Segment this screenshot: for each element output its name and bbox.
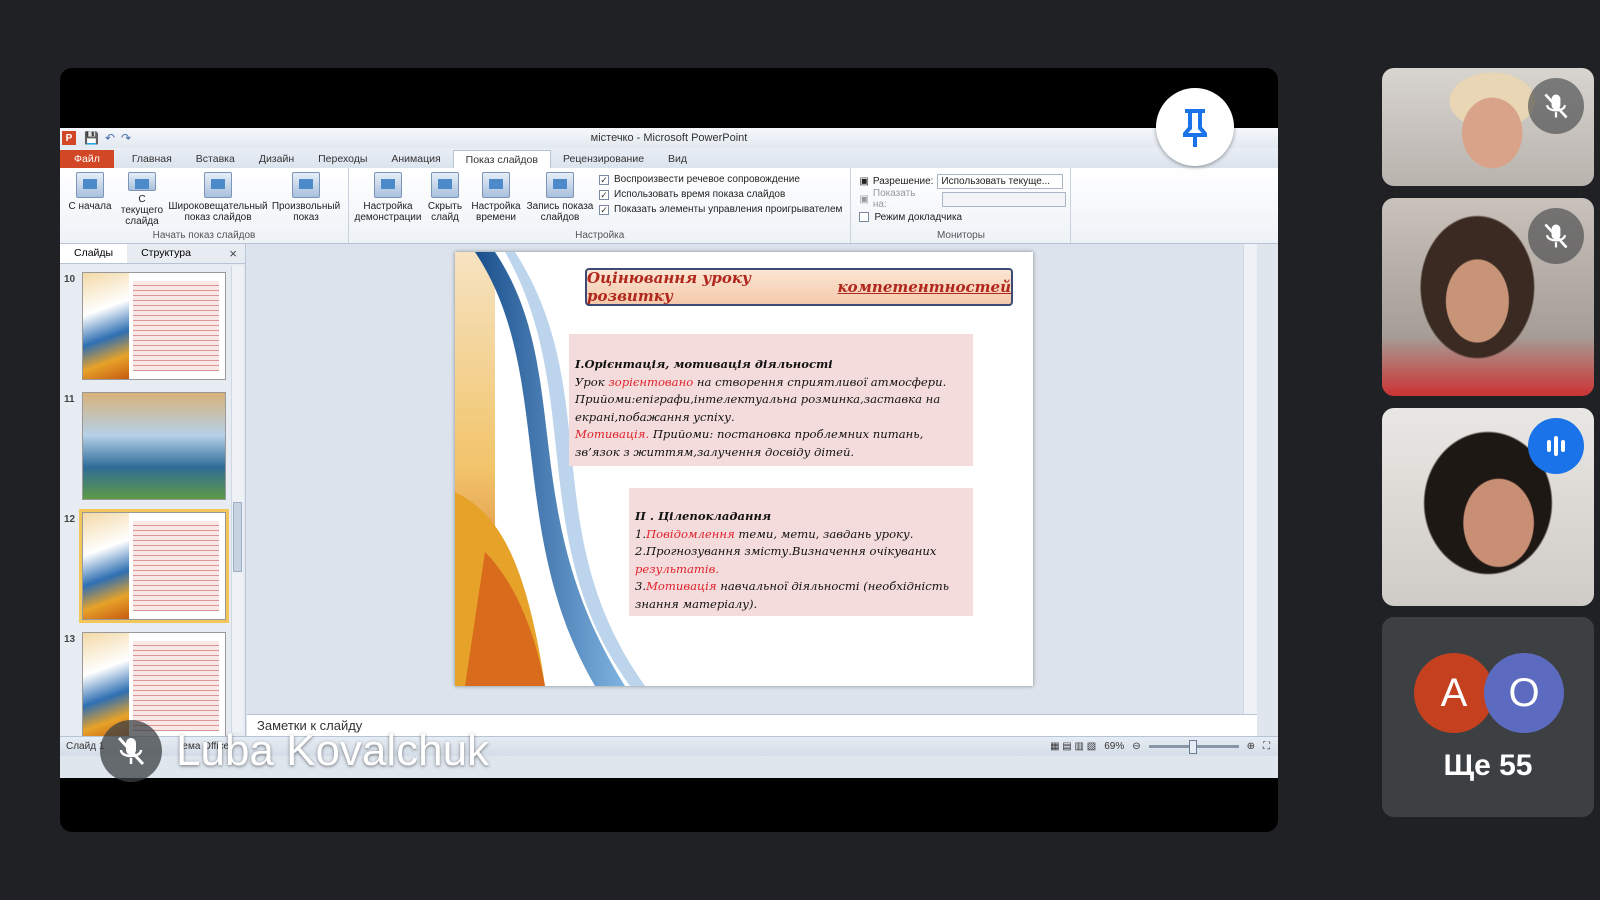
- tab-animation[interactable]: Анимация: [379, 150, 452, 168]
- setup-show-button[interactable]: Настройка демонстрации: [353, 172, 423, 227]
- record-icon: [546, 172, 574, 198]
- broadcast-icon: [204, 172, 232, 198]
- from-beginning-button[interactable]: С начала: [64, 172, 116, 227]
- close-icon[interactable]: ×: [221, 244, 245, 263]
- powerpoint-icon: P: [62, 131, 76, 145]
- ribbon-tabs: Файл Главная Вставка Дизайн Переходы Ани…: [60, 148, 1278, 168]
- tab-insert[interactable]: Вставка: [184, 150, 247, 168]
- ribbon: С начала С текущего слайда Широковещател…: [60, 168, 1278, 244]
- tab-transitions[interactable]: Переходы: [306, 150, 379, 168]
- presenter-overlay: Luba Kovalchuk: [100, 720, 489, 782]
- slide-text-box-2: ІІ . Цілепокладання 1.Повідомлення теми,…: [629, 488, 973, 616]
- title-bar: P 💾↶↷ містечко - Microsoft PowerPoint: [60, 128, 1278, 148]
- thumbnail-image: [79, 509, 229, 623]
- custom-show-icon: [292, 172, 320, 198]
- hide-slide-icon: [431, 172, 459, 198]
- tab-home[interactable]: Главная: [120, 150, 184, 168]
- mic-off-icon: [100, 720, 162, 782]
- mic-off-icon: [1528, 208, 1584, 264]
- zoom-slider[interactable]: [1148, 740, 1239, 754]
- group-setup: Настройка демонстрации Скрыть слайд Наст…: [349, 168, 852, 243]
- slide-thumbnail[interactable]: 10: [64, 272, 228, 384]
- checkbox-checked: ✓: [599, 189, 609, 200]
- current-slide[interactable]: Оцінювання уроку розвитку компетентностей…: [455, 252, 1033, 686]
- shared-screen: P 💾↶↷ містечко - Microsoft PowerPoint Фа…: [60, 68, 1278, 832]
- thumbnail-image: [82, 272, 226, 380]
- hide-slide-button[interactable]: Скрыть слайд: [423, 172, 467, 227]
- fit-window-icon[interactable]: ⛶: [1263, 741, 1270, 752]
- slides-panel-tabs: Слайды Структура ×: [60, 244, 245, 264]
- show-on-select: [941, 191, 1067, 207]
- tab-outline[interactable]: Структура: [127, 244, 205, 263]
- group-label: Настройка: [575, 230, 625, 241]
- tab-file[interactable]: Файл: [60, 150, 114, 168]
- slide-canvas: Оцінювання уроку розвитку компетентностей…: [247, 244, 1247, 714]
- scroll-handle[interactable]: [233, 502, 242, 572]
- more-participants-label: Ще 55: [1443, 749, 1533, 782]
- checkbox-unchecked: [859, 212, 870, 222]
- broadcast-button[interactable]: Широковещательный показ слайдов: [168, 172, 268, 227]
- presenter-view-checkbox[interactable]: Режим докладчика: [859, 208, 1066, 226]
- zoom-in-icon[interactable]: ⊕: [1247, 741, 1255, 752]
- group-label: Мониторы: [936, 230, 985, 241]
- group-monitors: ▣ Разрешение: Использовать текуще... ▣ Пока…: [851, 168, 1072, 243]
- tab-slides[interactable]: Слайды: [60, 244, 128, 263]
- narration-checkbox[interactable]: ✓ Воспроизвести речевое сопровождение: [599, 174, 842, 185]
- zoom-level[interactable]: 69%: [1104, 741, 1124, 752]
- from-current-button[interactable]: С текущего слайда: [116, 172, 168, 227]
- quick-access-toolbar[interactable]: 💾↶↷: [84, 131, 137, 145]
- more-participants-tile[interactable]: A O Ще 55: [1382, 617, 1594, 817]
- media-controls-checkbox[interactable]: ✓ Показать элементы управления проигрыват…: [599, 204, 842, 215]
- slide-counter: Слайд 1: [66, 741, 105, 752]
- slide-title: Оцінювання уроку розвитку компетентностей: [585, 268, 1013, 306]
- record-show-button[interactable]: Запись показа слайдов: [525, 172, 595, 227]
- setup-checks: ✓ Воспроизвести речевое сопровождение ✓ Ис…: [595, 172, 846, 227]
- show-on-row: ▣ Показать на:: [859, 188, 1067, 210]
- mic-off-icon: [1528, 78, 1584, 134]
- slides-scrollbar[interactable]: [231, 266, 243, 732]
- view-buttons[interactable]: ▦ ▤ ▥ ▧: [1050, 741, 1096, 752]
- slide-thumbnail[interactable]: 11: [64, 392, 228, 504]
- slide-thumbnail-selected[interactable]: 12: [64, 509, 229, 624]
- slide-decoration: [455, 252, 645, 686]
- current-slide-icon: [128, 172, 156, 191]
- slide-text-box-1: І.Орієнтація, мотивація діяльності Урок …: [569, 334, 973, 466]
- rehearse-timings-button[interactable]: Настройка времени: [467, 172, 525, 227]
- slide-scrollbar[interactable]: [1243, 244, 1257, 714]
- avatar: A: [1414, 653, 1494, 733]
- participant-tile[interactable]: [1382, 68, 1594, 186]
- timings-checkbox[interactable]: ✓ Использовать время показа слайдов: [599, 189, 842, 200]
- thumbnail-image: [82, 392, 226, 500]
- zoom-out-icon[interactable]: ⊖: [1132, 741, 1140, 752]
- tab-view[interactable]: Вид: [656, 150, 699, 168]
- tab-slideshow[interactable]: Показ слайдов: [452, 150, 551, 168]
- presenter-name: Luba Kovalchuk: [176, 726, 490, 775]
- play-slide-icon: [76, 172, 104, 198]
- window-title: містечко - Microsoft PowerPoint: [590, 132, 748, 144]
- avatar: O: [1484, 653, 1564, 733]
- powerpoint-window: P 💾↶↷ містечко - Microsoft PowerPoint Фа…: [60, 128, 1278, 778]
- monitor-icon: ▣: [859, 175, 869, 187]
- setup-icon: [374, 172, 402, 198]
- participant-tile[interactable]: [1382, 198, 1594, 396]
- timer-icon: [482, 172, 510, 198]
- slides-panel: Слайды Структура × 10 11 12 13: [60, 244, 246, 740]
- pin-button[interactable]: [1156, 88, 1234, 166]
- tab-review[interactable]: Рецензирование: [551, 150, 656, 168]
- speaking-icon: [1528, 418, 1584, 474]
- checkbox-checked: ✓: [599, 174, 609, 185]
- pin-icon: [1183, 109, 1207, 147]
- group-start-slideshow: С начала С текущего слайда Широковещател…: [60, 168, 349, 243]
- participant-tile-speaking[interactable]: [1382, 408, 1594, 606]
- group-label: Начать показ слайдов: [152, 230, 256, 241]
- monitor-icon: ▣: [859, 193, 869, 205]
- checkbox-checked: ✓: [599, 204, 609, 215]
- resolution-select[interactable]: Использовать текуще...: [937, 173, 1064, 189]
- tab-design[interactable]: Дизайн: [247, 150, 306, 168]
- custom-show-button[interactable]: Произвольный показ: [268, 172, 344, 227]
